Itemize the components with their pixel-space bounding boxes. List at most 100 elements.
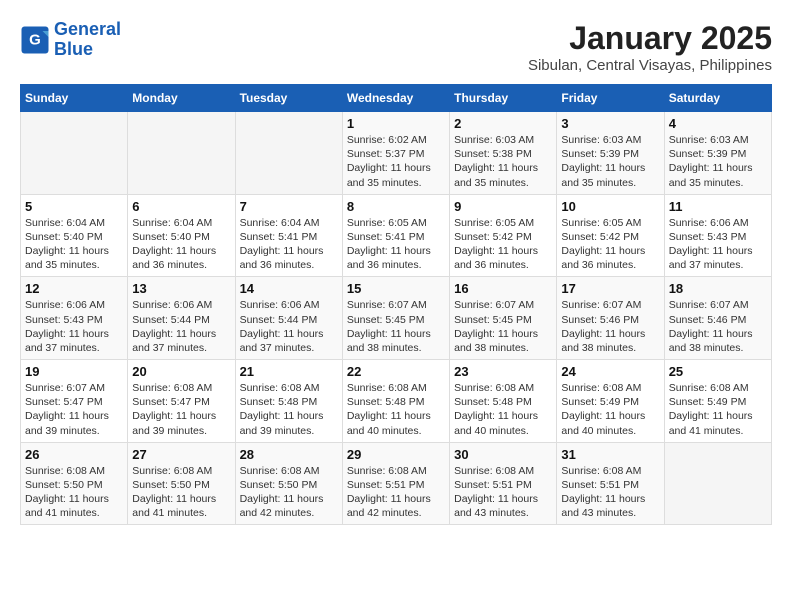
title-block: January 2025 Sibulan, Central Visayas, P… <box>528 20 772 74</box>
day-number: 14 <box>240 281 338 296</box>
day-info: Sunrise: 6:06 AMSunset: 5:44 PMDaylight:… <box>132 298 230 355</box>
day-number: 19 <box>25 364 123 379</box>
day-number: 20 <box>132 364 230 379</box>
day-number: 25 <box>669 364 767 379</box>
calendar-cell: 18Sunrise: 6:07 AMSunset: 5:46 PMDayligh… <box>664 277 771 360</box>
day-info: Sunrise: 6:04 AMSunset: 5:40 PMDaylight:… <box>25 216 123 273</box>
calendar-cell: 8 Sunrise: 6:05 AMSunset: 5:41 PMDaylight… <box>342 194 449 277</box>
day-info: Sunrise: 6:08 AMSunset: 5:51 PMDaylight:… <box>454 464 552 521</box>
calendar-cell: 22Sunrise: 6:08 AMSunset: 5:48 PMDayligh… <box>342 360 449 443</box>
day-number: 10 <box>561 199 659 214</box>
calendar-cell: 9 Sunrise: 6:05 AMSunset: 5:42 PMDaylight… <box>450 194 557 277</box>
calendar-cell: 31Sunrise: 6:08 AMSunset: 5:51 PMDayligh… <box>557 442 664 525</box>
day-number: 9 <box>454 199 552 214</box>
day-number: 26 <box>25 447 123 462</box>
calendar-cell: 25 Sunrise: 6:08 AMSunset: 5:49 PMDayligh… <box>664 360 771 443</box>
calendar-cell: 5 Sunrise: 6:04 AMSunset: 5:40 PMDaylight… <box>21 194 128 277</box>
day-number: 4 <box>669 116 767 131</box>
calendar-body: 1 Sunrise: 6:02 AMSunset: 5:37 PMDaylight… <box>21 112 772 525</box>
svg-text:G: G <box>29 31 41 48</box>
day-info: Sunrise: 6:08 AMSunset: 5:51 PMDaylight:… <box>347 464 445 521</box>
day-info: Sunrise: 6:08 AMSunset: 5:49 PMDaylight:… <box>561 381 659 438</box>
calendar-cell <box>21 112 128 195</box>
day-info: Sunrise: 6:03 AMSunset: 5:39 PMDaylight:… <box>561 133 659 190</box>
day-info: Sunrise: 6:05 AMSunset: 5:41 PMDaylight:… <box>347 216 445 273</box>
day-info: Sunrise: 6:08 AMSunset: 5:48 PMDaylight:… <box>240 381 338 438</box>
calendar-cell: 10 Sunrise: 6:05 AMSunset: 5:42 PMDayligh… <box>557 194 664 277</box>
day-number: 23 <box>454 364 552 379</box>
header-day-thursday: Thursday <box>450 85 557 112</box>
calendar-cell: 7 Sunrise: 6:04 AMSunset: 5:41 PMDaylight… <box>235 194 342 277</box>
calendar-cell: 26 Sunrise: 6:08 AMSunset: 5:50 PMDayligh… <box>21 442 128 525</box>
calendar-cell: 1 Sunrise: 6:02 AMSunset: 5:37 PMDaylight… <box>342 112 449 195</box>
calendar-cell: 6Sunrise: 6:04 AMSunset: 5:40 PMDaylight… <box>128 194 235 277</box>
calendar-cell: 3 Sunrise: 6:03 AMSunset: 5:39 PMDaylight… <box>557 112 664 195</box>
calendar-cell <box>235 112 342 195</box>
calendar-cell: 23Sunrise: 6:08 AMSunset: 5:48 PMDayligh… <box>450 360 557 443</box>
logo-general: General <box>54 19 121 39</box>
day-info: Sunrise: 6:07 AMSunset: 5:45 PMDaylight:… <box>347 298 445 355</box>
calendar-cell <box>128 112 235 195</box>
header-day-friday: Friday <box>557 85 664 112</box>
calendar-cell: 30 Sunrise: 6:08 AMSunset: 5:51 PMDayligh… <box>450 442 557 525</box>
header-row: SundayMondayTuesdayWednesdayThursdayFrid… <box>21 85 772 112</box>
day-info: Sunrise: 6:07 AMSunset: 5:45 PMDaylight:… <box>454 298 552 355</box>
day-number: 21 <box>240 364 338 379</box>
calendar-header: SundayMondayTuesdayWednesdayThursdayFrid… <box>21 85 772 112</box>
day-info: Sunrise: 6:03 AMSunset: 5:39 PMDaylight:… <box>669 133 767 190</box>
calendar-cell: 17Sunrise: 6:07 AMSunset: 5:46 PMDayligh… <box>557 277 664 360</box>
day-number: 24 <box>561 364 659 379</box>
day-number: 31 <box>561 447 659 462</box>
page-header: G General Blue January 2025 Sibulan, Cen… <box>20 20 772 74</box>
calendar-week-row: 5 Sunrise: 6:04 AMSunset: 5:40 PMDaylight… <box>21 194 772 277</box>
calendar-cell: 29 Sunrise: 6:08 AMSunset: 5:51 PMDayligh… <box>342 442 449 525</box>
day-number: 8 <box>347 199 445 214</box>
day-info: Sunrise: 6:03 AMSunset: 5:38 PMDaylight:… <box>454 133 552 190</box>
calendar-week-row: 12 Sunrise: 6:06 AMSunset: 5:43 PMDayligh… <box>21 277 772 360</box>
day-number: 3 <box>561 116 659 131</box>
day-info: Sunrise: 6:05 AMSunset: 5:42 PMDaylight:… <box>454 216 552 273</box>
logo-blue: Blue <box>54 39 93 59</box>
header-day-saturday: Saturday <box>664 85 771 112</box>
day-info: Sunrise: 6:06 AMSunset: 5:43 PMDaylight:… <box>669 216 767 273</box>
day-info: Sunrise: 6:08 AMSunset: 5:50 PMDaylight:… <box>25 464 123 521</box>
calendar-cell: 28Sunrise: 6:08 AMSunset: 5:50 PMDayligh… <box>235 442 342 525</box>
day-info: Sunrise: 6:08 AMSunset: 5:50 PMDaylight:… <box>240 464 338 521</box>
day-number: 5 <box>25 199 123 214</box>
day-number: 1 <box>347 116 445 131</box>
day-info: Sunrise: 6:06 AMSunset: 5:43 PMDaylight:… <box>25 298 123 355</box>
page-subtitle: Sibulan, Central Visayas, Philippines <box>528 57 772 74</box>
calendar-week-row: 19 Sunrise: 6:07 AMSunset: 5:47 PMDayligh… <box>21 360 772 443</box>
day-info: Sunrise: 6:08 AMSunset: 5:47 PMDaylight:… <box>132 381 230 438</box>
calendar-cell: 16Sunrise: 6:07 AMSunset: 5:45 PMDayligh… <box>450 277 557 360</box>
day-number: 13 <box>132 281 230 296</box>
day-info: Sunrise: 6:02 AMSunset: 5:37 PMDaylight:… <box>347 133 445 190</box>
day-info: Sunrise: 6:07 AMSunset: 5:47 PMDaylight:… <box>25 381 123 438</box>
day-number: 6 <box>132 199 230 214</box>
logo-text: General Blue <box>54 20 121 60</box>
day-info: Sunrise: 6:05 AMSunset: 5:42 PMDaylight:… <box>561 216 659 273</box>
calendar-cell: 2 Sunrise: 6:03 AMSunset: 5:38 PMDaylight… <box>450 112 557 195</box>
header-day-monday: Monday <box>128 85 235 112</box>
calendar-cell: 15 Sunrise: 6:07 AMSunset: 5:45 PMDayligh… <box>342 277 449 360</box>
calendar-cell: 12 Sunrise: 6:06 AMSunset: 5:43 PMDayligh… <box>21 277 128 360</box>
calendar-week-row: 26 Sunrise: 6:08 AMSunset: 5:50 PMDayligh… <box>21 442 772 525</box>
day-info: Sunrise: 6:04 AMSunset: 5:41 PMDaylight:… <box>240 216 338 273</box>
calendar-cell: 11 Sunrise: 6:06 AMSunset: 5:43 PMDayligh… <box>664 194 771 277</box>
calendar-cell: 14Sunrise: 6:06 AMSunset: 5:44 PMDayligh… <box>235 277 342 360</box>
day-number: 29 <box>347 447 445 462</box>
calendar-cell <box>664 442 771 525</box>
day-info: Sunrise: 6:07 AMSunset: 5:46 PMDaylight:… <box>669 298 767 355</box>
day-number: 30 <box>454 447 552 462</box>
day-number: 2 <box>454 116 552 131</box>
header-day-tuesday: Tuesday <box>235 85 342 112</box>
day-number: 12 <box>25 281 123 296</box>
day-number: 27 <box>132 447 230 462</box>
calendar-cell: 21 Sunrise: 6:08 AMSunset: 5:48 PMDayligh… <box>235 360 342 443</box>
day-number: 15 <box>347 281 445 296</box>
day-info: Sunrise: 6:08 AMSunset: 5:49 PMDaylight:… <box>669 381 767 438</box>
calendar-cell: 13 Sunrise: 6:06 AMSunset: 5:44 PMDayligh… <box>128 277 235 360</box>
day-number: 11 <box>669 199 767 214</box>
day-number: 7 <box>240 199 338 214</box>
header-day-sunday: Sunday <box>21 85 128 112</box>
